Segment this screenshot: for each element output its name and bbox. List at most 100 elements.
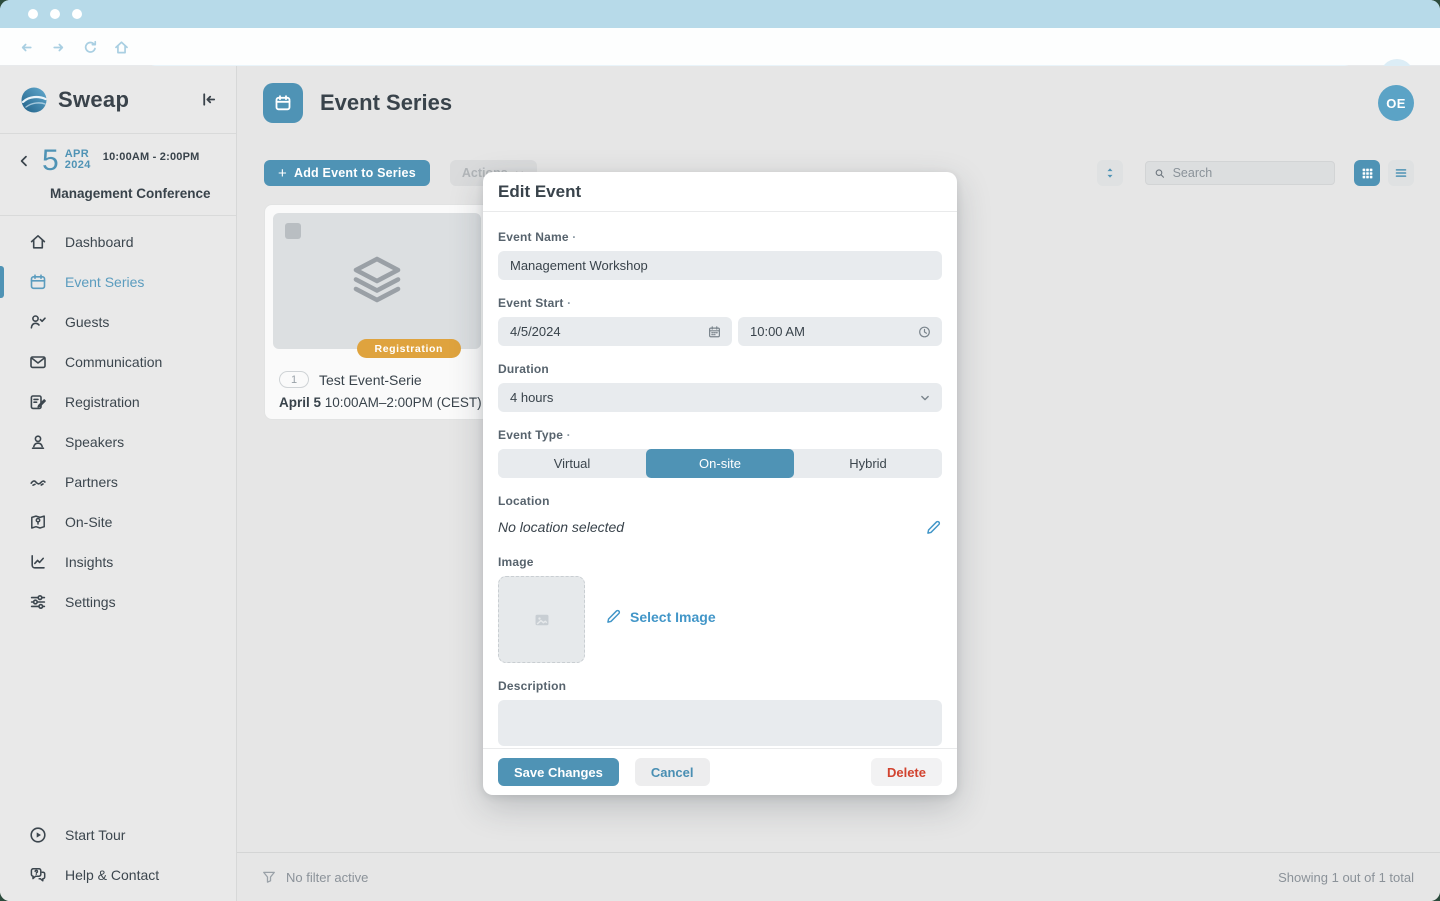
help-chat-icon [28,865,48,885]
save-changes-button[interactable]: Save Changes [498,758,619,786]
event-start-label: Event Start [498,296,942,310]
search-icon [1154,167,1166,180]
image-icon [533,611,551,629]
add-event-to-series-button[interactable]: + Add Event to Series [264,160,430,186]
card-image-placeholder: Registration [273,213,481,349]
sidebar-item-partners[interactable]: Partners [0,462,236,502]
sidebar-item-on-site[interactable]: On-Site [0,502,236,542]
close-window-button[interactable] [28,9,38,19]
event-day: 5 [42,146,59,176]
sidebar-item-registration[interactable]: Registration [0,382,236,422]
view-tools [1097,160,1414,186]
sidebar-item-insights[interactable]: Insights [0,542,236,582]
filter-status-text: No filter active [286,870,368,885]
maximize-window-button[interactable] [72,9,82,19]
modal-header: Edit Event [483,172,957,212]
event-name-input[interactable] [498,251,942,280]
brand-name: Sweap [58,87,199,113]
duration-label: Duration [498,362,942,376]
image-label: Image [498,555,942,569]
grid-view-button[interactable] [1354,160,1380,186]
event-type-option-on-site[interactable]: On-site [646,449,794,478]
play-circle-icon [28,825,48,845]
sidebar-footer: Start Tour Help & Contact [0,815,236,895]
select-image-link[interactable]: Select Image [605,608,716,625]
modal-footer: Save Changes Cancel Delete [483,748,957,795]
calendar-icon [28,272,48,292]
search-input[interactable] [1173,166,1326,180]
page-title: Event Series [320,90,1378,116]
showing-count: Showing 1 out of 1 total [1278,870,1414,885]
window-controls[interactable] [28,9,82,19]
image-placeholder[interactable] [498,576,585,663]
sweap-logo-icon [20,86,48,114]
back-icon[interactable] [18,39,35,56]
sort-arrows-icon [1103,166,1117,180]
sidebar-item-label: On-Site [65,514,112,530]
sidebar-item-settings[interactable]: Settings [0,582,236,622]
sidebar-logo-row: Sweap [0,66,236,134]
sidebar-item-label: Insights [65,554,113,570]
page-header: Event Series OE [237,66,1440,140]
home-icon[interactable] [113,39,130,56]
grid-icon [1361,167,1374,180]
duration-select[interactable]: 4 hours [498,383,942,412]
filter-status: No filter active [261,869,368,885]
sidebar-item-label: Dashboard [65,234,134,250]
card-date-day: April 5 [279,395,321,410]
sidebar-item-guests[interactable]: Guests [0,302,236,342]
chart-icon [28,552,48,572]
event-year: 2024 [65,160,91,171]
registration-status-badge: Registration [357,339,461,358]
location-label: Location [498,494,942,508]
back-chevron-icon[interactable] [16,153,32,169]
event-context-title: Management Conference [50,186,222,201]
collapse-sidebar-icon[interactable] [199,90,218,109]
description-textarea[interactable] [498,700,942,746]
reload-icon[interactable] [82,39,99,56]
sidebar-item-label: Partners [65,474,118,490]
browser-titlebar [0,0,1440,28]
user-avatar[interactable]: OE [1378,85,1414,121]
event-type-label: Event Type [498,428,942,442]
card-date-time: 10:00AM–2:00PM (CEST) [325,395,482,410]
add-event-label: Add Event to Series [294,166,416,180]
event-type-option-hybrid[interactable]: Hybrid [794,449,942,478]
sidebar-nav: Dashboard Event Series Guests Communicat… [0,216,236,622]
sidebar-item-label: Communication [65,354,162,370]
sidebar-item-communication[interactable]: Communication [0,342,236,382]
event-context: 5 APR 2024 10:00AM - 2:00PM Management C… [0,134,236,216]
event-date-input[interactable] [498,317,732,346]
plus-icon: + [278,166,287,181]
browser-window: app.sweap.io Sweap 5 [0,0,1440,901]
delete-button[interactable]: Delete [871,758,942,786]
event-time-input[interactable] [738,317,942,346]
sidebar-item-event-series[interactable]: Event Series [0,262,236,302]
cancel-button[interactable]: Cancel [635,758,710,786]
sidebar-item-speakers[interactable]: Speakers [0,422,236,462]
sort-button[interactable] [1097,160,1123,186]
list-icon [1394,166,1408,180]
sidebar-item-help-contact[interactable]: Help & Contact [0,855,236,895]
map-pin-icon [28,512,48,532]
speaker-person-icon [28,432,48,452]
event-count-badge: 1 [279,371,309,388]
mail-icon [28,352,48,372]
browser-toolbar: app.sweap.io [0,28,1440,66]
handshake-icon [28,472,48,492]
event-type-option-virtual[interactable]: Virtual [498,449,646,478]
sidebar-item-dashboard[interactable]: Dashboard [0,222,236,262]
layers-icon [350,255,404,305]
forward-icon[interactable] [50,39,67,56]
card-checkbox[interactable] [285,223,301,239]
event-series-card[interactable]: Registration 1 Test Event-Serie April 5 … [264,204,490,420]
filter-funnel-icon [261,869,277,885]
minimize-window-button[interactable] [50,9,60,19]
modal-title: Edit Event [498,182,581,202]
list-view-button[interactable] [1388,160,1414,186]
location-value: No location selected [498,519,925,535]
select-image-pencil-icon [605,608,622,625]
edit-location-pencil-icon[interactable] [925,519,942,536]
guest-check-icon [28,312,48,332]
sidebar-item-start-tour[interactable]: Start Tour [0,815,236,855]
